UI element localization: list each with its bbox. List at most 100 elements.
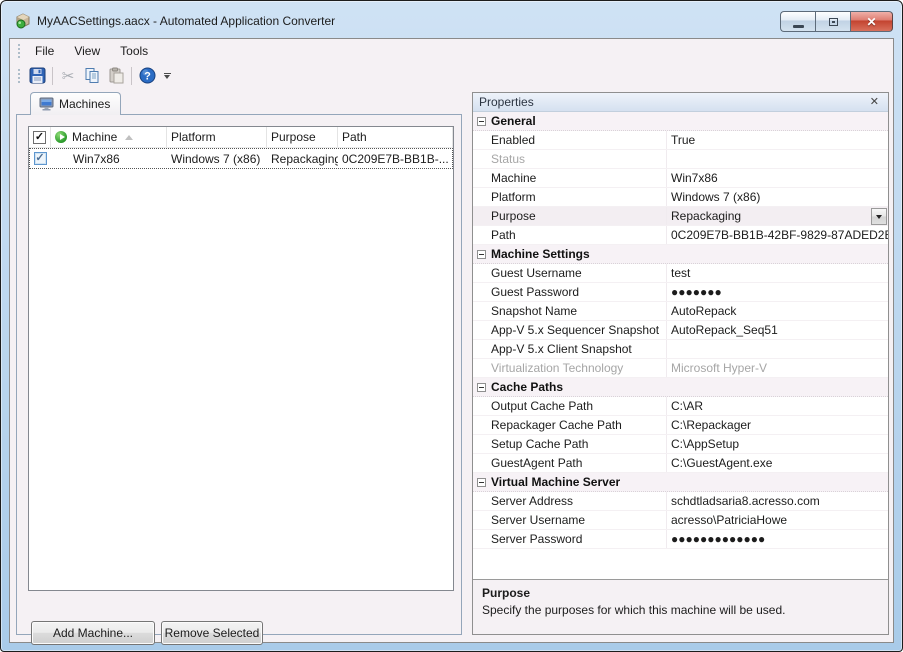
menubar-grip[interactable] — [17, 44, 21, 58]
property-value[interactable]: 0C209E7B-BB1B-42BF-9829-87ADED2E8 — [666, 226, 888, 244]
property-value[interactable]: C:\GuestAgent.exe — [666, 454, 888, 472]
remove-selected-button[interactable]: Remove Selected — [161, 621, 263, 645]
property-label: Virtualization Technology — [473, 361, 666, 375]
collapse-icon[interactable] — [477, 383, 486, 392]
property-value[interactable]: AutoRepack_Seq51 — [666, 321, 888, 339]
close-button[interactable]: ✕ — [850, 11, 893, 32]
machine-enabled-checkbox[interactable]: ✓ — [34, 152, 47, 165]
toolbar-grip[interactable] — [17, 69, 21, 83]
titlebar[interactable]: MyAACSettings.aacx - Automated Applicati… — [1, 1, 902, 38]
property-category[interactable]: General — [473, 112, 888, 131]
property-label: Output Cache Path — [473, 399, 666, 413]
machines-panel: Machines ✓ Machine Platform — [16, 92, 462, 635]
machine-row[interactable]: ✓ Win7x86Windows 7 (x86)Repackaging0C209E… — [29, 148, 453, 169]
paste-button[interactable] — [104, 65, 128, 87]
property-row[interactable]: App-V 5.x Sequencer SnapshotAutoRepack_S… — [473, 321, 888, 340]
property-row[interactable]: Snapshot NameAutoRepack — [473, 302, 888, 321]
column-header-purpose[interactable]: Purpose — [267, 127, 338, 147]
property-value[interactable]: acresso\PatriciaHowe — [666, 511, 888, 529]
restore-icon — [829, 18, 838, 26]
machine-platform-cell[interactable]: Windows 7 (x86) — [167, 148, 267, 169]
property-value[interactable]: ●●●●●●●●●●●●● — [666, 530, 888, 548]
column-header-machine[interactable]: Machine — [51, 127, 167, 147]
collapse-icon[interactable] — [477, 250, 486, 259]
property-row[interactable]: EnabledTrue — [473, 131, 888, 150]
column-header-platform[interactable]: Platform — [167, 127, 267, 147]
machine-name-cell[interactable]: Win7x86 — [51, 148, 167, 169]
property-row[interactable]: Guest Usernametest — [473, 264, 888, 283]
property-value[interactable]: AutoRepack — [666, 302, 888, 320]
menu-item-view[interactable]: View — [64, 41, 110, 61]
machine-path-cell[interactable]: 0C209E7B-BB1B-... — [338, 148, 453, 169]
property-value[interactable]: ●●●●●●● — [666, 283, 888, 301]
property-row[interactable]: PurposeRepackaging — [473, 207, 888, 226]
property-value[interactable]: Repackaging — [666, 207, 888, 225]
property-row[interactable]: Path0C209E7B-BB1B-42BF-9829-87ADED2E8 — [473, 226, 888, 245]
toolbar-overflow-button[interactable] — [161, 73, 173, 79]
machine-list-header: ✓ Machine Platform Purpose — [29, 127, 453, 148]
property-row[interactable]: Server Usernameacresso\PatriciaHowe — [473, 511, 888, 530]
property-value[interactable] — [666, 340, 888, 358]
property-value[interactable]: True — [666, 131, 888, 149]
property-description: Purpose Specify the purposes for which t… — [473, 579, 888, 634]
tab-machines[interactable]: Machines — [30, 92, 121, 115]
property-value[interactable]: Microsoft Hyper-V — [666, 359, 888, 377]
property-row[interactable]: Repackager Cache PathC:\Repackager — [473, 416, 888, 435]
property-label: GuestAgent Path — [473, 456, 666, 470]
save-icon — [29, 67, 46, 84]
property-value[interactable]: schdtladsaria8.acresso.com — [666, 492, 888, 510]
close-icon: ✕ — [866, 16, 876, 28]
property-value[interactable] — [666, 150, 888, 168]
help-button[interactable]: ? — [135, 65, 159, 87]
app-icon — [14, 13, 31, 29]
description-text: Specify the purposes for which this mach… — [482, 603, 879, 617]
collapse-icon[interactable] — [477, 478, 486, 487]
cut-button[interactable]: ✂ — [56, 65, 80, 87]
add-machine-button[interactable]: Add Machine... — [31, 621, 155, 645]
select-all-checkbox[interactable]: ✓ — [33, 131, 46, 144]
property-row[interactable]: Status — [473, 150, 888, 169]
property-label: Enabled — [473, 133, 666, 147]
property-row[interactable]: Output Cache PathC:\AR — [473, 397, 888, 416]
properties-close-button[interactable]: ✕ — [867, 96, 882, 109]
property-category[interactable]: Machine Settings — [473, 245, 888, 264]
copy-button[interactable] — [80, 65, 104, 87]
property-row[interactable]: App-V 5.x Client Snapshot — [473, 340, 888, 359]
column-header-path[interactable]: Path — [338, 127, 453, 147]
property-value[interactable]: Windows 7 (x86) — [666, 188, 888, 206]
minimize-button[interactable] — [780, 11, 815, 32]
property-row[interactable]: PlatformWindows 7 (x86) — [473, 188, 888, 207]
property-row[interactable]: Guest Password●●●●●●● — [473, 283, 888, 302]
property-row[interactable]: GuestAgent PathC:\GuestAgent.exe — [473, 454, 888, 473]
client-area: FileViewTools ✂ — [9, 38, 894, 643]
property-label: App-V 5.x Sequencer Snapshot — [473, 323, 666, 337]
machines-panel-body: ✓ Machine Platform Purpose — [16, 114, 462, 635]
restore-button[interactable] — [815, 11, 850, 32]
property-label: Path — [473, 228, 666, 242]
menu-item-file[interactable]: File — [25, 41, 64, 61]
property-value[interactable]: C:\Repackager — [666, 416, 888, 434]
property-category[interactable]: Virtual Machine Server — [473, 473, 888, 492]
menu-item-tools[interactable]: Tools — [110, 41, 158, 61]
property-label: Server Username — [473, 513, 666, 527]
collapse-icon[interactable] — [477, 117, 486, 126]
dropdown-button[interactable] — [871, 208, 887, 225]
property-category[interactable]: Cache Paths — [473, 378, 888, 397]
save-button[interactable] — [25, 65, 49, 87]
property-value[interactable]: C:\AR — [666, 397, 888, 415]
property-row[interactable]: Server Password●●●●●●●●●●●●● — [473, 530, 888, 549]
select-all-column-header[interactable]: ✓ — [29, 127, 51, 147]
machine-purpose-cell[interactable]: Repackaging — [267, 148, 338, 169]
property-row[interactable]: Server Addressschdtladsaria8.acresso.com — [473, 492, 888, 511]
property-value[interactable]: test — [666, 264, 888, 282]
property-row[interactable]: MachineWin7x86 — [473, 169, 888, 188]
property-label: Repackager Cache Path — [473, 418, 666, 432]
toolbar-overflow-icon — [164, 73, 171, 74]
property-value[interactable]: Win7x86 — [666, 169, 888, 187]
property-row[interactable]: Setup Cache PathC:\AppSetup — [473, 435, 888, 454]
property-row[interactable]: Virtualization TechnologyMicrosoft Hyper… — [473, 359, 888, 378]
window-title: MyAACSettings.aacx - Automated Applicati… — [37, 14, 335, 28]
minimize-icon — [793, 25, 804, 28]
property-label: Machine — [473, 171, 666, 185]
property-value[interactable]: C:\AppSetup — [666, 435, 888, 453]
